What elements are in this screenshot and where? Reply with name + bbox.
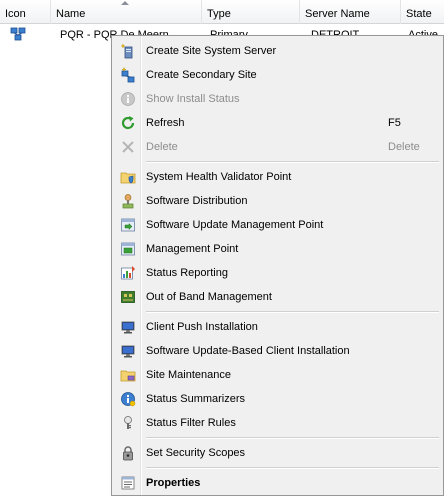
new-server-icon [120, 43, 133, 59]
column-header-state-label: State [406, 8, 432, 20]
monitor-icon [121, 321, 135, 334]
folder-shield-icon [120, 172, 136, 184]
menu-item-out-of-band-management[interactable]: Out of Band Management [114, 285, 441, 309]
column-header-name-label: Name [56, 8, 86, 20]
menu-item-status-summarizers[interactable]: Status Summarizers [114, 387, 441, 411]
menu-separator [146, 437, 439, 439]
menu-item-label: Site Maintenance [146, 369, 231, 381]
menu-item-label: Management Point [146, 243, 239, 255]
column-header-type[interactable]: Type [202, 0, 300, 24]
chart-report-icon [121, 266, 135, 280]
menu-item-label: Software Distribution [146, 195, 248, 207]
menu-item-refresh[interactable]: Refresh F5 [114, 111, 441, 135]
sort-ascending-icon [121, 1, 129, 5]
new-site-icon [121, 67, 135, 83]
menu-item-label: Refresh [146, 117, 185, 129]
menu-item-label: Create Site System Server [146, 45, 277, 57]
management-point-icon [121, 242, 135, 256]
column-header-server-name[interactable]: Server Name [300, 0, 401, 24]
menu-item-label: Delete [146, 141, 178, 153]
column-header-type-label: Type [207, 8, 231, 20]
menu-item-label: Show Install Status [146, 93, 240, 105]
menu-item-label: Create Secondary Site [146, 69, 257, 81]
menu-item-status-reporting[interactable]: Status Reporting [114, 261, 441, 285]
shortcut-label: F5 [388, 117, 401, 129]
menu-item-label: Software Update Management Point [146, 219, 324, 231]
menu-separator [146, 467, 439, 469]
column-header-server-label: Server Name [305, 8, 370, 20]
menu-item-properties[interactable]: Properties [114, 471, 441, 495]
menu-item-label: Out of Band Management [146, 291, 272, 303]
menu-item-label: Set Security Scopes [146, 447, 246, 459]
circuit-board-icon [121, 291, 135, 303]
menu-item-software-update-management-point[interactable]: Software Update Management Point [114, 213, 441, 237]
menu-item-software-distribution[interactable]: Software Distribution [114, 189, 441, 213]
menu-separator [146, 311, 439, 313]
menu-item-client-push-installation[interactable]: Client Push Installation [114, 315, 441, 339]
refresh-icon [121, 116, 135, 130]
update-point-icon [121, 218, 135, 232]
menu-item-create-site-system-server[interactable]: Create Site System Server [114, 39, 441, 63]
menu-item-set-security-scopes[interactable]: Set Security Scopes [114, 441, 441, 465]
menu-item-label: System Health Validator Point [146, 171, 292, 183]
menu-item-label: Status Summarizers [146, 393, 246, 405]
menu-item-system-health-validator-point[interactable]: System Health Validator Point [114, 165, 441, 189]
info-icon [121, 92, 135, 106]
menu-item-create-secondary-site[interactable]: Create Secondary Site [114, 63, 441, 87]
delete-icon [122, 141, 134, 153]
menu-item-label: Software Update-Based Client Installatio… [146, 345, 350, 357]
list-header: Icon Name Type Server Name State [0, 0, 444, 24]
menu-item-site-maintenance[interactable]: Site Maintenance [114, 363, 441, 387]
properties-icon [121, 476, 135, 490]
column-header-icon[interactable]: Icon [0, 0, 51, 24]
column-header-state[interactable]: State [401, 0, 444, 24]
menu-item-label: Status Filter Rules [146, 417, 236, 429]
menu-item-label: Status Reporting [146, 267, 228, 279]
menu-separator [146, 161, 439, 163]
menu-item-management-point[interactable]: Management Point [114, 237, 441, 261]
distribution-icon [122, 194, 134, 209]
site-icon [10, 27, 26, 41]
shortcut-label: Delete [388, 141, 420, 153]
menu-item-show-install-status[interactable]: Show Install Status [114, 87, 441, 111]
status-info-icon [121, 392, 136, 407]
menu-item-label: Client Push Installation [146, 321, 258, 333]
context-menu: Create Site System Server Create Seconda… [111, 35, 444, 496]
menu-item-label: Properties [146, 477, 201, 489]
monitor-icon [121, 345, 135, 358]
folder-wrench-icon [120, 370, 136, 382]
menu-item-delete[interactable]: Delete Delete [114, 135, 441, 159]
menu-item-software-update-based-client-installation[interactable]: Software Update-Based Client Installatio… [114, 339, 441, 363]
column-header-icon-label: Icon [5, 8, 26, 20]
lock-icon [123, 446, 133, 461]
filter-icon [124, 416, 132, 429]
menu-item-status-filter-rules[interactable]: Status Filter Rules [114, 411, 441, 435]
